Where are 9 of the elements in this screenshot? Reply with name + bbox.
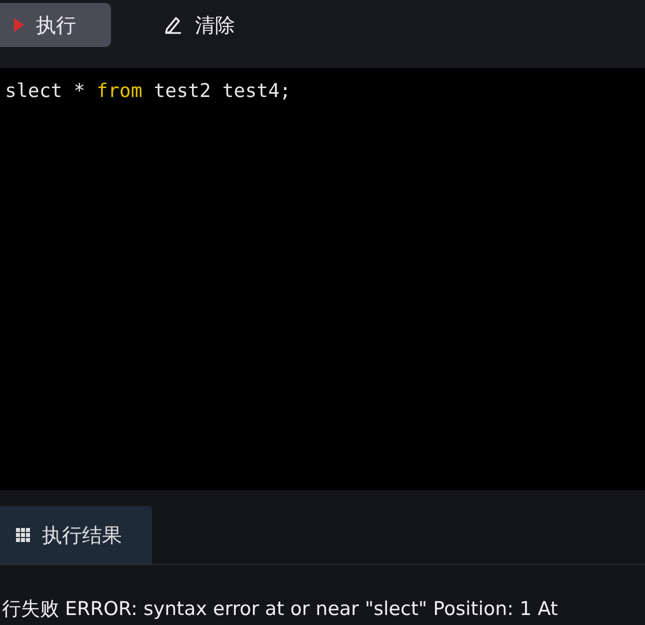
play-icon bbox=[14, 18, 24, 32]
code-editor[interactable]: slect * from test2 test4; bbox=[0, 68, 645, 490]
pencil-icon bbox=[163, 15, 183, 35]
grid-icon bbox=[16, 528, 30, 542]
result-tab[interactable]: 执行结果 bbox=[0, 506, 152, 564]
run-button[interactable]: 执行 bbox=[0, 3, 111, 47]
code-line: slect * from test2 test4; bbox=[5, 80, 292, 102]
error-message: 行失败 ERROR: syntax error at or near "slect" Position: 1 At bbox=[1, 597, 559, 622]
clear-button[interactable]: 清除 bbox=[149, 3, 249, 47]
